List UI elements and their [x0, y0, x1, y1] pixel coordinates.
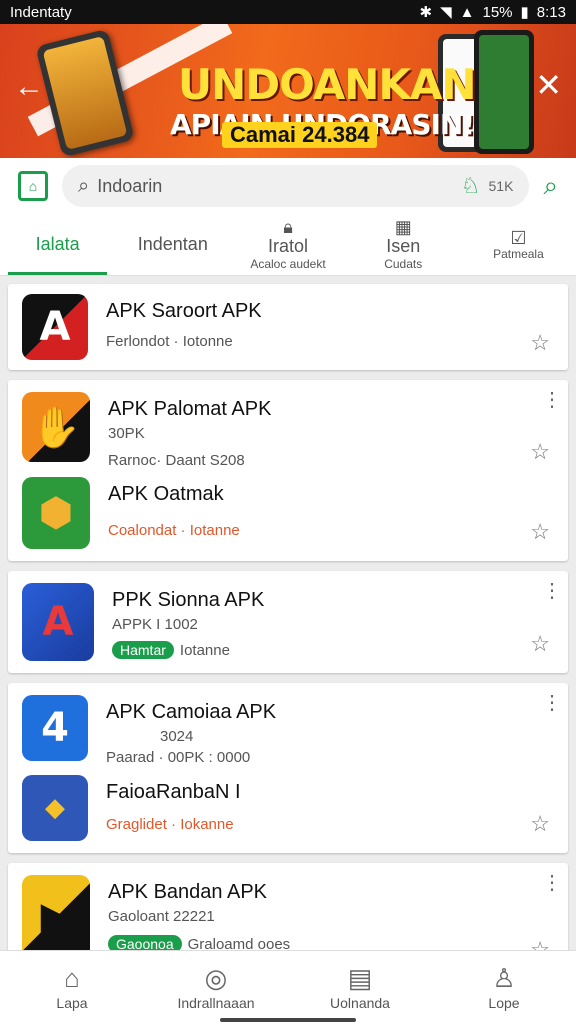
clock: 8:13	[536, 3, 566, 21]
search-input[interactable]: ⌕ Indoarin ♘ 51K	[62, 165, 530, 207]
tab-label: Iratol	[267, 236, 309, 256]
app-version: Gaoloant 22221	[108, 908, 215, 925]
battery-percent: 15%	[482, 3, 513, 21]
list-item[interactable]: ✋ APK Palomat APK 30PK Rarnoc· Daant S20…	[22, 388, 554, 473]
list-item[interactable]: A PPK Sionna APK APPK I 1002 Hamtar Iotan…	[22, 579, 554, 665]
home-icon: ⌂	[64, 962, 80, 993]
app-title: PPK Sionna APK	[112, 589, 265, 611]
app-meta-text: Iotanne	[179, 642, 230, 659]
nav-explore[interactable]: ◎ Indrallnaaan	[144, 951, 288, 1024]
carrier-label: Indentaty	[10, 3, 72, 21]
shopping-bag-icon[interactable]: ⌂	[18, 171, 48, 201]
search-placeholder: Indoarin	[97, 175, 163, 196]
tab-1[interactable]: Indentan	[115, 214, 230, 275]
tab-4[interactable]: ☑ Patmeala	[461, 214, 576, 275]
app-version: 3024	[160, 728, 194, 745]
star-icon[interactable]: ☆	[530, 631, 550, 657]
tab-label: Indentan	[137, 234, 208, 254]
status-bar: Indentaty ✱ ◥ ▲ 15% ▮ 8:13	[0, 0, 576, 24]
tab-label: Ialata	[35, 234, 80, 254]
app-card[interactable]: ⋮ A PPK Sionna APK APPK I 1002 Hamtar Iot…	[8, 571, 568, 673]
tab-sublabel: Patmeala	[493, 246, 544, 261]
app-icon: ⬢	[22, 477, 90, 549]
battery-icon: ▮	[520, 4, 529, 21]
app-meta: Rarnoc· Daant S208	[108, 452, 245, 469]
banner-tagline: Camai 24.384	[222, 122, 378, 148]
nav-label: Indrallnaaan	[177, 994, 255, 1011]
app-card[interactable]: ⋮ 4 APK Camoiaa APK 3024 Paarad · 00PK :…	[8, 683, 568, 853]
app-meta: Ferlondot · Iotonne	[106, 333, 233, 350]
search-count: 51K	[488, 178, 514, 194]
app-card[interactable]: ⋮ ✋ APK Palomat APK 30PK Rarnoc· Daant S…	[8, 380, 568, 561]
star-icon[interactable]: ☆	[530, 811, 550, 837]
list-item[interactable]: ◆ FaioaRanbaN I Graglidet · Iokanne ☆	[22, 771, 554, 845]
tab-0[interactable]: Ialata	[0, 214, 115, 275]
search-submit-icon[interactable]: ⌕	[543, 170, 558, 202]
app-meta: Hamtar Iotanne	[112, 641, 554, 659]
star-icon[interactable]: ☆	[530, 519, 550, 545]
app-meta: Graglidet · Iokanne	[106, 816, 234, 833]
app-icon: A	[22, 294, 88, 360]
promo-banner[interactable]: UNDOANKAN APIAIN UNDORASIN! Camai 24.384…	[0, 24, 576, 158]
app-icon: ◆	[22, 775, 88, 841]
banner-headline: UNDOANKAN	[178, 60, 477, 109]
app-icon: ▶	[22, 875, 90, 959]
app-icon: A	[22, 583, 94, 661]
nav-home[interactable]: ⌂ Lapa	[0, 951, 144, 1024]
app-meta: Coalondat · Iotanne	[108, 522, 240, 539]
app-meta: Paarad · 00PK : 0000	[106, 749, 251, 766]
tab-label: Isen	[386, 236, 421, 256]
tab-sublabel: Acaloc audekt	[250, 257, 326, 271]
app-icon: ✋	[22, 392, 90, 462]
bluetooth-icon: ✱	[419, 4, 433, 21]
search-icon: ⌕	[78, 174, 90, 197]
close-icon[interactable]: ✕	[535, 66, 562, 104]
list-item[interactable]: ⬢ APK Oatmak Coalondat · Iotanne ☆	[22, 473, 554, 553]
nav-label: Lapa	[56, 994, 88, 1011]
list-item[interactable]: A APK Saroort APK Ferlondot · Iotonne ☆	[22, 290, 554, 364]
bottom-navigation: ⌂ Lapa ◎ Indrallnaaan ▤ Uolnanda ♙ Lope	[0, 950, 576, 1024]
app-version: 30PK	[108, 425, 145, 442]
nav-profile[interactable]: ♙ Lope	[432, 951, 576, 1024]
app-icon: 4	[22, 695, 88, 761]
download-icon: ▤	[347, 962, 373, 993]
person-icon: ♙	[492, 962, 516, 993]
home-indicator[interactable]	[220, 1018, 356, 1022]
phone-illustration-left	[35, 28, 135, 158]
grid-icon: ▦	[394, 217, 412, 237]
tab-2[interactable]: 🔒︎ Iratol Acaloc audekt	[230, 214, 345, 275]
app-title: FaioaRanbaN I	[106, 781, 241, 803]
tab-3[interactable]: ▦ Isen Cudats	[346, 214, 461, 275]
app-title: APK Saroort APK	[106, 300, 262, 322]
compass-icon: ◎	[204, 962, 228, 993]
phone-illustration-right-2	[474, 30, 534, 154]
signal-icon: ▲	[459, 3, 475, 21]
back-arrow-icon[interactable]: ←	[14, 70, 44, 104]
lock-icon: 🔒︎	[283, 217, 293, 237]
voice-icon[interactable]: ♘	[461, 173, 481, 199]
nav-label: Uolnanda	[330, 994, 390, 1011]
tab-sublabel: Cudats	[384, 257, 423, 271]
star-icon[interactable]: ☆	[530, 439, 550, 465]
star-icon[interactable]: ☆	[530, 330, 550, 356]
search-bar: ⌂ ⌕ Indoarin ♘ 51K ⌕	[0, 158, 576, 214]
nav-label: Lope	[488, 994, 520, 1011]
status-badge: Hamtar	[112, 641, 174, 659]
app-title: APK Oatmak	[108, 483, 224, 505]
app-list: A APK Saroort APK Ferlondot · Iotonne ☆ …	[0, 276, 576, 973]
nav-downloads[interactable]: ▤ Uolnanda	[288, 951, 432, 1024]
list-item[interactable]: 4 APK Camoiaa APK 3024 Paarad · 00PK : 0…	[22, 691, 554, 771]
wifi-icon: ◥	[440, 4, 452, 21]
app-version: APPK I 1002	[112, 616, 198, 633]
app-title: APK Palomat APK	[108, 398, 272, 420]
category-tabs: Ialata Indentan 🔒︎ Iratol Acaloc audekt …	[0, 214, 576, 276]
app-title: APK Camoiaa APK	[106, 701, 277, 723]
app-title: APK Bandan APK	[108, 881, 268, 903]
checkbox-icon: ☑	[510, 227, 527, 248]
app-card[interactable]: A APK Saroort APK Ferlondot · Iotonne ☆	[8, 284, 568, 370]
